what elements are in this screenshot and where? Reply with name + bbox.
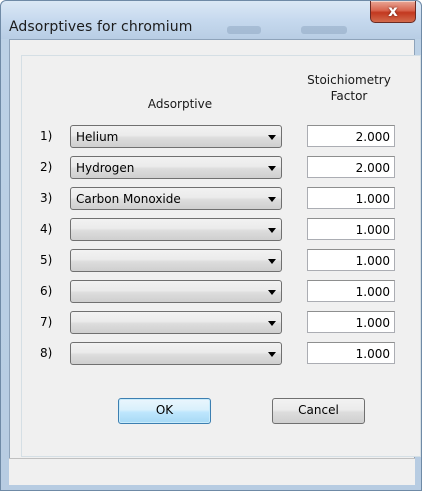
chevron-down-icon [268,135,276,140]
row-number-label: 1) [40,129,53,143]
stoichiometry-factor-value: 1.000 [355,285,390,299]
adsorptive-dropdown-value: Helium [76,130,119,144]
adsorptive-dropdown-value: Carbon Monoxide [76,192,181,206]
adsorptive-dropdown[interactable] [70,342,282,365]
ok-button[interactable]: OK [118,398,211,424]
adsorptive-dropdown[interactable] [70,311,282,334]
adsorptive-column-header: Adsorptive [147,97,213,111]
stoichiometry-factor-value: 1.000 [355,254,390,268]
dialog-window: Adsorptives for chromium x Adsorptive St… [0,0,422,491]
adsorptive-dropdown-value: Hydrogen [76,161,135,175]
stoichiometry-header-line1: Stoichiometry [307,73,391,87]
title-bar-blur [301,26,347,34]
title-bar-blur [227,26,261,34]
chevron-down-icon [268,321,276,326]
adsorptive-dropdown[interactable]: Helium [70,125,282,148]
chevron-down-icon [268,228,276,233]
stoichiometry-factor-input[interactable]: 2.000 [307,125,395,147]
row-number-label: 7) [40,315,53,329]
adsorptive-dropdown[interactable]: Carbon Monoxide [70,187,282,210]
chevron-down-icon [268,290,276,295]
adsorptive-dropdown[interactable] [70,249,282,272]
stoichiometry-factor-value: 1.000 [355,192,390,206]
stoichiometry-factor-value: 1.000 [355,223,390,237]
chevron-down-icon [268,197,276,202]
row-number-label: 5) [40,253,53,267]
chevron-down-icon [268,166,276,171]
adsorptive-dropdown[interactable] [70,218,282,241]
stoichiometry-factor-input[interactable]: 1.000 [307,311,395,333]
chevron-down-icon [268,259,276,264]
stoichiometry-header-line2: Factor [330,89,368,103]
chevron-down-icon [268,352,276,357]
title-bar[interactable]: Adsorptives for chromium x [1,1,421,39]
row-number-label: 4) [40,222,53,236]
stoichiometry-factor-value: 2.000 [355,161,390,175]
stoichiometry-factor-value: 2.000 [355,130,390,144]
stoichiometry-factor-input[interactable]: 1.000 [307,280,395,302]
row-number-label: 8) [40,346,53,360]
stoichiometry-factor-input[interactable]: 1.000 [307,249,395,271]
adsorptive-dropdown[interactable]: Hydrogen [70,156,282,179]
adsorptive-dropdown[interactable] [70,280,282,303]
window-title: Adsorptives for chromium [9,19,193,35]
status-bar [9,458,415,485]
stoichiometry-factor-input[interactable]: 2.000 [307,156,395,178]
stoichiometry-factor-value: 1.000 [355,316,390,330]
close-icon: x [388,2,398,20]
row-number-label: 2) [40,160,53,174]
row-number-label: 6) [40,284,53,298]
stoichiometry-factor-input[interactable]: 1.000 [307,342,395,364]
stoichiometry-factor-value: 1.000 [355,347,390,361]
row-number-label: 3) [40,191,53,205]
adsorptives-panel: Adsorptive Stoichiometry Factor 1) Helium… [21,55,421,457]
cancel-button[interactable]: Cancel [272,398,365,424]
stoichiometry-factor-input[interactable]: 1.000 [307,187,395,209]
stoichiometry-column-header: Stoichiometry Factor [294,72,404,104]
stoichiometry-factor-input[interactable]: 1.000 [307,218,395,240]
close-button[interactable]: x [370,1,416,23]
